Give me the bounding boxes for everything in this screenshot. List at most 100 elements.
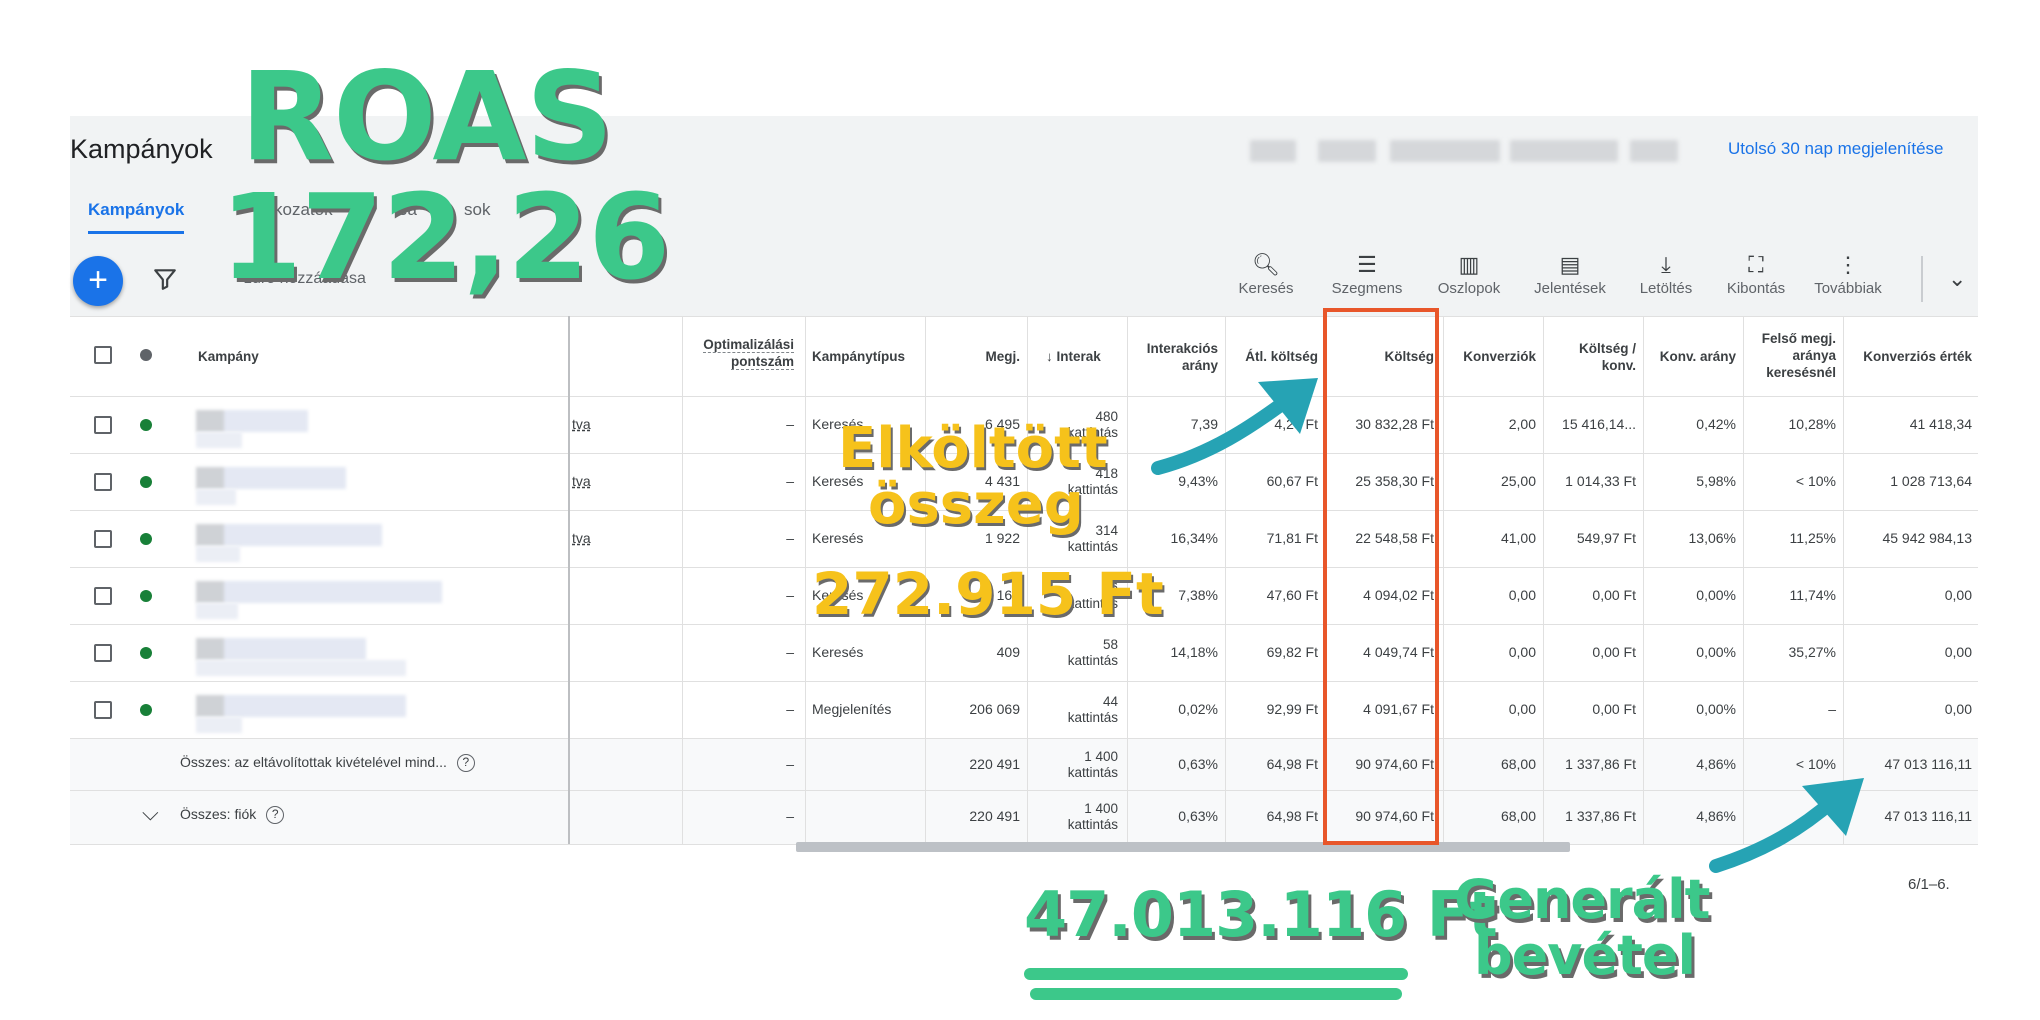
interactions-count: 58 — [1102, 637, 1118, 652]
roas-value: 172,26 — [220, 168, 670, 306]
tab-campaigns[interactable]: Kampányok — [88, 200, 185, 234]
status-enabled-dot — [140, 647, 152, 659]
cost-per-conversion: 549,97 Ft — [1576, 530, 1636, 546]
columns-icon: ▥ — [1458, 252, 1480, 277]
toolbar-search-button[interactable]: 🔍︎ Keresés — [1234, 250, 1298, 310]
total-optimization-score: – — [786, 808, 794, 824]
chevron-down-icon[interactable]: ⌵ — [142, 802, 159, 824]
header-conversion-value[interactable]: Konverziós érték — [1848, 348, 1972, 365]
total-interactions-unit: kattintás — [1067, 817, 1118, 832]
toolbar-reports-button[interactable]: ▤ Jelentések — [1528, 250, 1612, 310]
revenue-underline — [1030, 988, 1402, 1000]
conversion-value: 0,00 — [1944, 644, 1972, 660]
conversion-rate: 13,06% — [1688, 530, 1736, 546]
optimization-score: – — [786, 701, 794, 717]
redacted-campaign-name — [196, 432, 242, 448]
status-text[interactable]: tva — [572, 473, 591, 490]
help-icon[interactable]: ? — [266, 806, 285, 825]
row-checkbox[interactable] — [94, 416, 112, 434]
redacted-campaign-name — [196, 695, 406, 717]
status-enabled-dot — [140, 533, 152, 545]
col-divider — [682, 316, 683, 844]
download-icon: ⤓ — [1661, 252, 1671, 277]
toolbar-columns-button[interactable]: ▥ Oszlopok — [1432, 250, 1506, 310]
status-text[interactable]: tva — [572, 530, 591, 547]
pagination-text: 6/1–6. — [1908, 876, 1950, 893]
conversions: 41,00 — [1500, 530, 1536, 546]
toolbar-more-button[interactable]: ⋮ Továbbiak — [1808, 250, 1888, 310]
redacted-account-info — [1318, 140, 1376, 162]
totals-label: Összes: fiók? — [180, 806, 285, 825]
conversion-value: 1 028 713,64 — [1890, 473, 1972, 489]
header-top-impression-rate[interactable]: Felső megj. aránya keresésnél — [1750, 330, 1836, 381]
campaign-type: Megjelenítés — [812, 701, 892, 717]
total-conversions: 68,00 — [1500, 756, 1536, 772]
filter-icon[interactable] — [152, 266, 178, 292]
redacted-campaign-name — [196, 467, 346, 489]
col-divider — [1843, 316, 1844, 844]
search-icon: 🔍︎ — [1252, 252, 1280, 277]
header-conversions[interactable]: Konverziók — [1448, 348, 1536, 365]
toolbar-download-button[interactable]: ⤓ Letöltés — [1634, 250, 1698, 310]
row-divider — [70, 396, 1978, 397]
row-checkbox[interactable] — [94, 530, 112, 548]
header-interactions[interactable]: ↓ Interak — [1046, 348, 1126, 365]
optimization-score: – — [786, 416, 794, 432]
status-enabled-dot — [140, 590, 152, 602]
row-checkbox[interactable] — [94, 644, 112, 662]
help-icon[interactable]: ? — [456, 754, 475, 773]
conversion-rate: 5,98% — [1696, 473, 1736, 489]
chevron-down-icon[interactable]: ⌄ — [1948, 266, 1966, 292]
total-interactions-unit: kattintás — [1067, 765, 1118, 780]
total-cost-per-conversion: 1 337,86 Ft — [1565, 808, 1636, 824]
header-conversion-rate[interactable]: Konv. arány — [1648, 348, 1736, 365]
row-checkbox[interactable] — [94, 473, 112, 491]
total-impressions: 220 491 — [969, 756, 1020, 772]
horizontal-scrollbar[interactable] — [796, 842, 1570, 852]
header-avg-cost[interactable]: Átl. költség — [1230, 348, 1318, 365]
header-campaign-type[interactable]: Kampánytípus — [812, 348, 920, 365]
status-text[interactable]: tva — [572, 416, 591, 433]
conversion-rate: 0,42% — [1696, 416, 1736, 432]
top-impression-rate: < 10% — [1795, 473, 1836, 489]
redacted-campaign-name — [196, 638, 366, 660]
total-interactions-count: 1 400 — [1084, 749, 1118, 764]
spent-label: Elköltött — [838, 416, 1108, 481]
row-checkbox[interactable] — [94, 701, 112, 719]
header-optimization-score[interactable]: Optimalizálási pontszám — [688, 336, 794, 370]
cost-per-conversion: 0,00 Ft — [1592, 644, 1636, 660]
total-optimization-score: – — [786, 756, 794, 772]
arrow-icon — [1151, 378, 1318, 475]
header-impressions[interactable]: Megj. — [930, 348, 1020, 365]
select-all-checkbox[interactable] — [94, 346, 112, 364]
row-checkbox[interactable] — [94, 587, 112, 605]
interactions-unit: kattintás — [1067, 539, 1118, 554]
frozen-column-edge — [568, 316, 570, 844]
conversion-rate: 0,00% — [1696, 644, 1736, 660]
total-avg-cost: 64,98 Ft — [1266, 808, 1318, 824]
redacted-campaign-name — [196, 581, 442, 603]
total-conversions: 68,00 — [1500, 808, 1536, 824]
col-divider — [1643, 316, 1644, 844]
segment-icon: ☰ — [1357, 252, 1377, 277]
arrow-icon — [1709, 778, 1864, 873]
toolbar-segment-button[interactable]: ☰ Szegmens — [1326, 250, 1408, 310]
impressions: 409 — [996, 644, 1020, 660]
redacted-campaign-name — [196, 546, 240, 562]
date-range-link[interactable]: Utolsó 30 nap megjelenítése — [1728, 139, 1943, 159]
total-cost-per-conversion: 1 337,86 Ft — [1565, 756, 1636, 772]
conversions: 0,00 — [1508, 701, 1536, 717]
impressions: 206 069 — [969, 701, 1020, 717]
row-divider — [70, 790, 1978, 791]
redacted-account-info — [1250, 140, 1296, 162]
add-campaign-button[interactable]: + — [73, 256, 123, 306]
interactions-unit: kattintás — [1067, 653, 1118, 668]
expand-icon: ⛶ — [1748, 252, 1764, 277]
toolbar-expand-button[interactable]: ⛶ Kibontás — [1722, 250, 1790, 310]
revenue-value: 47.013.116 Ft — [1024, 878, 1498, 951]
total-impressions: 220 491 — [969, 808, 1020, 824]
campaign-type: Keresés — [812, 644, 864, 660]
header-campaign[interactable]: Kampány — [198, 348, 259, 365]
header-cost-per-conversion[interactable]: Költség / konv. — [1560, 340, 1636, 374]
conversions: 0,00 — [1508, 644, 1536, 660]
